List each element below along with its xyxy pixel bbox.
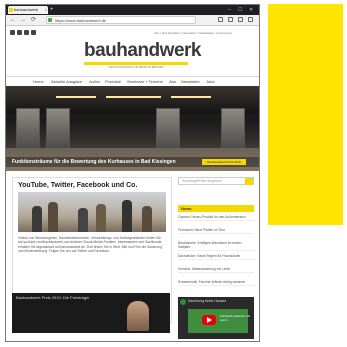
- maximize-button[interactable]: ☐: [238, 6, 242, 14]
- video-person: [127, 301, 149, 331]
- bookmark-icon[interactable]: [228, 17, 233, 22]
- site-tagline: DAS FACHMAGAZIN FÜR BAUEN IM BESTAND: [108, 66, 164, 69]
- twitter-icon[interactable]: [24, 30, 29, 35]
- reload-button[interactable]: ⟳: [31, 16, 36, 24]
- main-video[interactable]: Bauhandwerk Preis 2019: Die Preisträger: [12, 293, 170, 333]
- person-figure: [142, 206, 152, 232]
- search-input[interactable]: Suchbegriff hier eingeben: [178, 177, 254, 185]
- person-figure: [48, 202, 58, 232]
- news-item[interactable]: Seminar: Altbausanierung mit Lehm: [178, 267, 254, 273]
- news-item[interactable]: Caparol: Neues Produkt für den Außenbere…: [178, 215, 254, 221]
- yellow-panel: [268, 4, 343, 225]
- hero-caption-bar: Funktionsträume für die Bewertung des Ku…: [6, 157, 259, 167]
- nav-item-jobs[interactable]: Jobs: [206, 79, 214, 84]
- article-title[interactable]: YouTube, Twitter, Facebook und Co.: [18, 182, 137, 189]
- hero-caption[interactable]: Funktionsträume für die Bewertung des Ku…: [12, 159, 176, 165]
- search-icon[interactable]: [245, 178, 253, 185]
- downloads-icon[interactable]: [238, 17, 243, 22]
- hero-light-strip: [106, 96, 161, 98]
- nav-item-abo[interactable]: Abo: [169, 79, 176, 84]
- facebook-icon[interactable]: [17, 30, 22, 35]
- video-title[interactable]: Bauhandwerk Preis 2019: Die Preisträger: [16, 295, 90, 300]
- news-heading: News: [178, 205, 254, 212]
- menu-icon[interactable]: [248, 17, 253, 22]
- browser-toolbar: ← → ⟳ https://www.bauhandwerk.de: [6, 15, 259, 26]
- tab-bar: bauhandwerk × + – ☐ ✕: [6, 5, 259, 15]
- nav-item-home[interactable]: Home: [33, 79, 44, 84]
- news-item[interactable]: Dachdecker: Neue Regeln für Flachdächer: [178, 254, 254, 260]
- channel-avatar: [180, 299, 186, 305]
- sidebar-video-title[interactable]: Sanierung eines Hauses: [188, 299, 226, 303]
- person-figure: [32, 206, 42, 232]
- nav-item-produkte[interactable]: Produkte: [105, 79, 121, 84]
- url-text: https://www.bauhandwerk.de: [55, 18, 107, 23]
- lock-icon: [48, 18, 52, 22]
- article-image[interactable]: [18, 192, 166, 232]
- hero-light-strip: [56, 96, 96, 98]
- close-window-button[interactable]: ✕: [249, 6, 253, 14]
- minimize-button[interactable]: –: [228, 6, 231, 14]
- extension-icon[interactable]: [218, 17, 223, 22]
- xing-icon[interactable]: [10, 30, 15, 35]
- article-text: Videos von Werkzeugtests, Handwerkstechn…: [18, 236, 162, 254]
- news-item[interactable]: Baubranche: Kräftiges Wachstum im ersten…: [178, 241, 254, 251]
- play-icon: [207, 317, 212, 323]
- sidebar-video-text: Fachwerk sanieren mit Lehm: [220, 314, 251, 322]
- nav-item-seminare[interactable]: Seminare + Termine: [127, 79, 163, 84]
- forward-button[interactable]: →: [20, 16, 26, 24]
- person-figure: [122, 200, 132, 232]
- news-item[interactable]: Schadensfall: Feuchte Wände richtig sani…: [178, 280, 254, 286]
- person-figure: [78, 208, 88, 232]
- search-placeholder: Suchbegriff hier eingeben: [182, 179, 222, 183]
- hero-banner[interactable]: Funktionsträume für die Bewertung des Ku…: [6, 86, 259, 171]
- logo-underline: [84, 62, 188, 65]
- browser-tab[interactable]: bauhandwerk ×: [8, 6, 48, 14]
- nav-item-newsletter[interactable]: Newsletter: [181, 79, 200, 84]
- sidebar-video[interactable]: Sanierung eines Hauses Fachwerk sanieren…: [178, 297, 254, 339]
- tab-title: bauhandwerk: [14, 7, 39, 12]
- browser-window: bauhandwerk × + – ☐ ✕ ← → ⟳ https://www.…: [5, 4, 260, 342]
- address-bar[interactable]: https://www.bauhandwerk.de: [46, 16, 196, 24]
- person-figure: [96, 204, 106, 232]
- site-logo[interactable]: bauhandwerk: [84, 40, 201, 62]
- new-tab-button[interactable]: +: [50, 6, 54, 14]
- tab-close-icon[interactable]: ×: [45, 6, 47, 14]
- nav-item-archiv[interactable]: Archiv: [89, 79, 100, 84]
- site-favicon-icon: [9, 8, 13, 12]
- back-button[interactable]: ←: [10, 16, 16, 24]
- top-links[interactable]: Abo | Heft bestellen | Newsletter | Medi…: [154, 31, 232, 35]
- hero-button[interactable]: Bauhandwerk Preis 2019: [202, 159, 246, 165]
- news-item[interactable]: Fermacell: Neue Platten im Test: [178, 228, 254, 234]
- youtube-icon[interactable]: [31, 30, 36, 35]
- web-page: Abo | Heft bestellen | Newsletter | Medi…: [6, 26, 259, 341]
- nav-item-aktuelle-ausgabe[interactable]: Aktuelle Ausgabe: [51, 79, 82, 84]
- hero-light-strip: [171, 96, 211, 98]
